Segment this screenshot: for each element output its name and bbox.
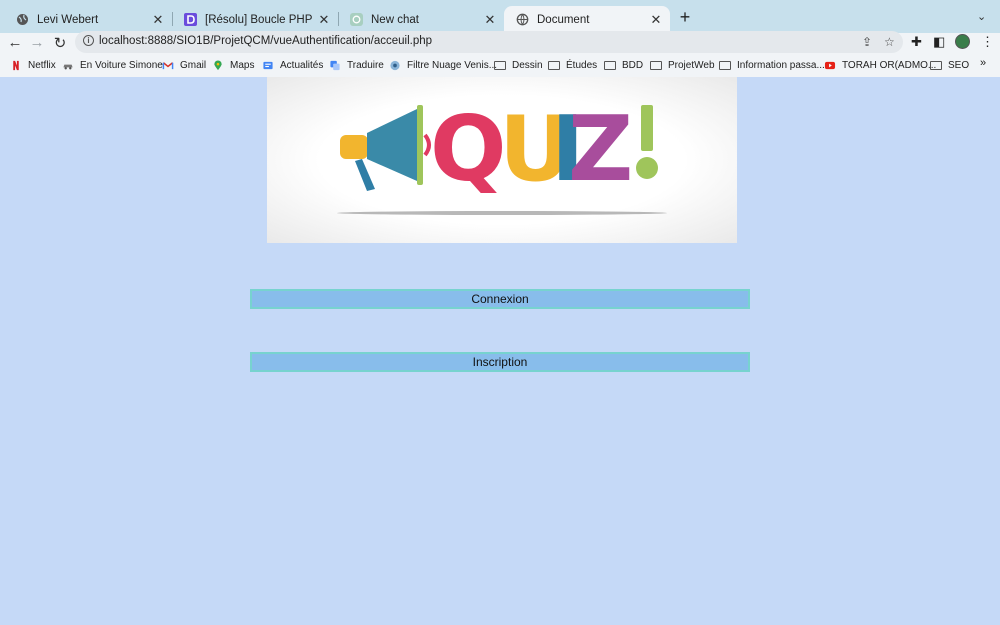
bookmark-maps[interactable]: Maps (212, 56, 254, 74)
globe-icon (516, 13, 529, 26)
reload-icon[interactable]: ↻ (51, 34, 69, 52)
folder-icon (494, 60, 506, 70)
site-info-icon[interactable]: i (83, 35, 94, 46)
filter-icon (390, 60, 400, 70)
tab-levi-webert[interactable]: Levi Webert ✕ (4, 6, 172, 33)
bookmark-label: Traduire (347, 59, 384, 71)
bookmark-label: TORAH OR(ADMO... (842, 59, 937, 71)
bookmark-label: Actualités (280, 59, 324, 71)
news-icon (263, 61, 273, 69)
avatar[interactable] (955, 34, 970, 49)
bookmark-label: Information passa... (737, 59, 825, 71)
tab-title: [Résolu] Boucle PHP pour crée (205, 13, 316, 26)
quiz-exclaim-dot (636, 157, 658, 179)
bookmark-projetweb[interactable]: ProjetWeb (650, 56, 715, 74)
bookmark-label: Études (566, 59, 598, 71)
extensions-puzzle-icon[interactable]: ✚ (911, 34, 922, 50)
bookmark-etudes[interactable]: Études (548, 56, 597, 74)
close-icon[interactable]: ✕ (482, 12, 498, 28)
bookmark-traduire[interactable]: Traduire (329, 56, 384, 74)
back-arrow-icon[interactable]: ← (6, 34, 24, 51)
bookmark-label: ProjetWeb (668, 59, 715, 71)
bookmark-label: Netflix (28, 59, 56, 71)
bookmark-en-voiture-simone[interactable]: En Voiture Simone (62, 56, 163, 74)
maps-pin-icon (214, 59, 222, 70)
bookmark-dessin[interactable]: Dessin (494, 56, 543, 74)
close-icon[interactable]: ✕ (316, 12, 332, 28)
forward-arrow-icon[interactable]: → (28, 34, 46, 51)
close-icon[interactable]: ✕ (648, 12, 664, 28)
netflix-icon (13, 60, 19, 70)
bookmark-label: Maps (230, 59, 255, 71)
tab-strip: Levi Webert ✕ [Résolu] Boucle PHP pour c… (0, 0, 1000, 33)
globe-icon (17, 14, 28, 25)
quiz-letter-z: Z (568, 97, 633, 202)
folder-icon (719, 60, 731, 70)
folder-icon (604, 60, 616, 70)
inscription-button[interactable]: Inscription (250, 352, 750, 372)
bookmark-label: SEO (948, 59, 970, 71)
bookmarks-overflow-button[interactable]: » (980, 57, 986, 69)
folder-icon (548, 60, 560, 70)
bookmark-star-icon[interactable]: ☆ (884, 35, 895, 49)
bookmark-bdd[interactable]: BDD (604, 56, 643, 74)
new-tab-icon[interactable]: + (677, 8, 693, 26)
bookmark-label: En Voiture Simone (80, 59, 163, 71)
menu-dots-icon[interactable]: ⋮ (981, 34, 994, 50)
folder-icon (930, 60, 942, 70)
quiz-letter-q: Q (430, 97, 507, 202)
share-icon[interactable]: ⇪ (862, 35, 872, 49)
url-text[interactable]: localhost:8888/SIO1B/ProjetQCM/vueAuthen… (99, 35, 432, 47)
bookmark-torah-or[interactable]: TORAH OR(ADMO... (824, 56, 936, 74)
bookmark-label: BDD (622, 59, 644, 71)
chatgpt-icon (350, 13, 363, 26)
tab-document[interactable]: Document ✕ (504, 6, 670, 33)
openclassrooms-icon (184, 13, 197, 26)
gmail-icon (162, 61, 174, 69)
tab-title: Levi Webert (37, 13, 99, 26)
quiz-exclaim-bar (641, 105, 653, 151)
logo-shadow (337, 211, 667, 215)
bookmark-filtre-nuage[interactable]: Filtre Nuage Venis... (389, 56, 497, 74)
car-icon (63, 64, 73, 69)
bookmark-information-passa[interactable]: Information passa... (719, 56, 825, 74)
bookmark-actualites[interactable]: Actualités (262, 56, 323, 74)
tab-title: Document (537, 13, 590, 26)
connexion-button[interactable]: Connexion (250, 289, 750, 309)
youtube-icon (824, 61, 836, 69)
bookmark-label: Gmail (180, 59, 207, 71)
bookmark-seo[interactable]: SEO (930, 56, 969, 74)
bookmark-netflix[interactable]: Netflix (10, 56, 56, 74)
tab-resolu-boucle-php[interactable]: [Résolu] Boucle PHP pour crée ✕ (172, 6, 338, 33)
folder-icon (650, 60, 662, 70)
quiz-logo-image: Q U I Z (337, 97, 667, 215)
quiz-logo: Q U I Z (267, 77, 737, 243)
tab-new-chat[interactable]: New chat ✕ (338, 6, 504, 33)
bookmark-label: Dessin (512, 59, 543, 71)
bookmark-label: Filtre Nuage Venis... (407, 59, 498, 71)
tab-search-chevron-icon[interactable]: ⌄ (977, 10, 986, 23)
bookmarks-bar: Netflix En Voiture Simone Gmail Maps Act… (0, 56, 1000, 76)
close-icon[interactable]: ✕ (150, 12, 166, 28)
megaphone-icon (340, 105, 431, 191)
bookmark-gmail[interactable]: Gmail (162, 56, 206, 74)
translate-icon (330, 60, 340, 70)
side-panel-icon[interactable]: ◧ (933, 34, 945, 50)
tab-title: New chat (371, 13, 419, 26)
